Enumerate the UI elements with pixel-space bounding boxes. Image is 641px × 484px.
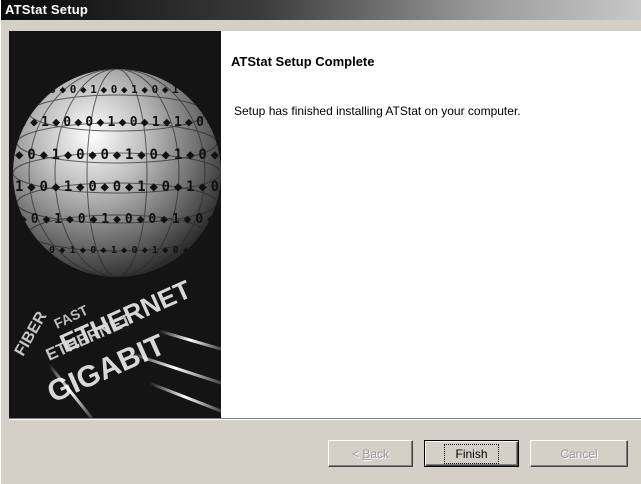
back-button[interactable]: < Back bbox=[328, 440, 413, 467]
cancel-button[interactable]: Cancel bbox=[530, 440, 628, 467]
cancel-button-label: Cancel bbox=[560, 446, 598, 461]
svg-text:1◆0◆1◆0◆0◆1◆0◆1◆0: 1◆0◆1◆0◆0◆1◆0◆1◆0 bbox=[15, 179, 219, 195]
window-title: ATStat Setup bbox=[5, 2, 89, 17]
svg-text:◆0◆1◆0◆1◆0◆0◆1◆0◆: ◆0◆1◆0◆1◆0◆0◆1◆0◆ bbox=[19, 212, 215, 227]
back-button-label: < Back bbox=[351, 446, 390, 461]
title-bar[interactable]: ATStat Setup bbox=[1, 0, 641, 20]
globe-network-illustration: ◆0◆0◆1◆0◆1◆0◆1◆ 0◆1◆0◆0◆1◆0◆1◆1◆0◆ ◆0◆1◆… bbox=[12, 69, 221, 418]
svg-text:◆0◆0◆1◆0◆1◆0◆1◆: ◆0◆0◆1◆0◆1◆0◆1◆ bbox=[39, 83, 189, 96]
svg-text:◆0◆1◆0◆0◆1◆0◆1◆0◆: ◆0◆1◆0◆0◆1◆0◆1◆0◆ bbox=[15, 147, 220, 163]
finish-button[interactable]: Finish bbox=[424, 440, 519, 467]
wizard-content: ◆0◆0◆1◆0◆1◆0◆1◆ 0◆1◆0◆0◆1◆0◆1◆1◆0◆ ◆0◆1◆… bbox=[9, 31, 641, 418]
setup-wizard-window: ATStat Setup ◆0◆0◆1◆0◆1◆0◆1◆ 0◆1◆0◆0◆1◆0… bbox=[0, 0, 641, 484]
button-area-separator bbox=[9, 418, 641, 420]
wizard-banner-image: ◆0◆0◆1◆0◆1◆0◆1◆ 0◆1◆0◆0◆1◆0◆1◆1◆0◆ ◆0◆1◆… bbox=[9, 31, 221, 418]
globe-sphere bbox=[13, 69, 221, 277]
wizard-heading: ATStat Setup Complete bbox=[231, 54, 375, 69]
completion-message: Setup has finished installing ATStat on … bbox=[234, 104, 521, 118]
finish-button-label: Finish bbox=[444, 443, 499, 464]
